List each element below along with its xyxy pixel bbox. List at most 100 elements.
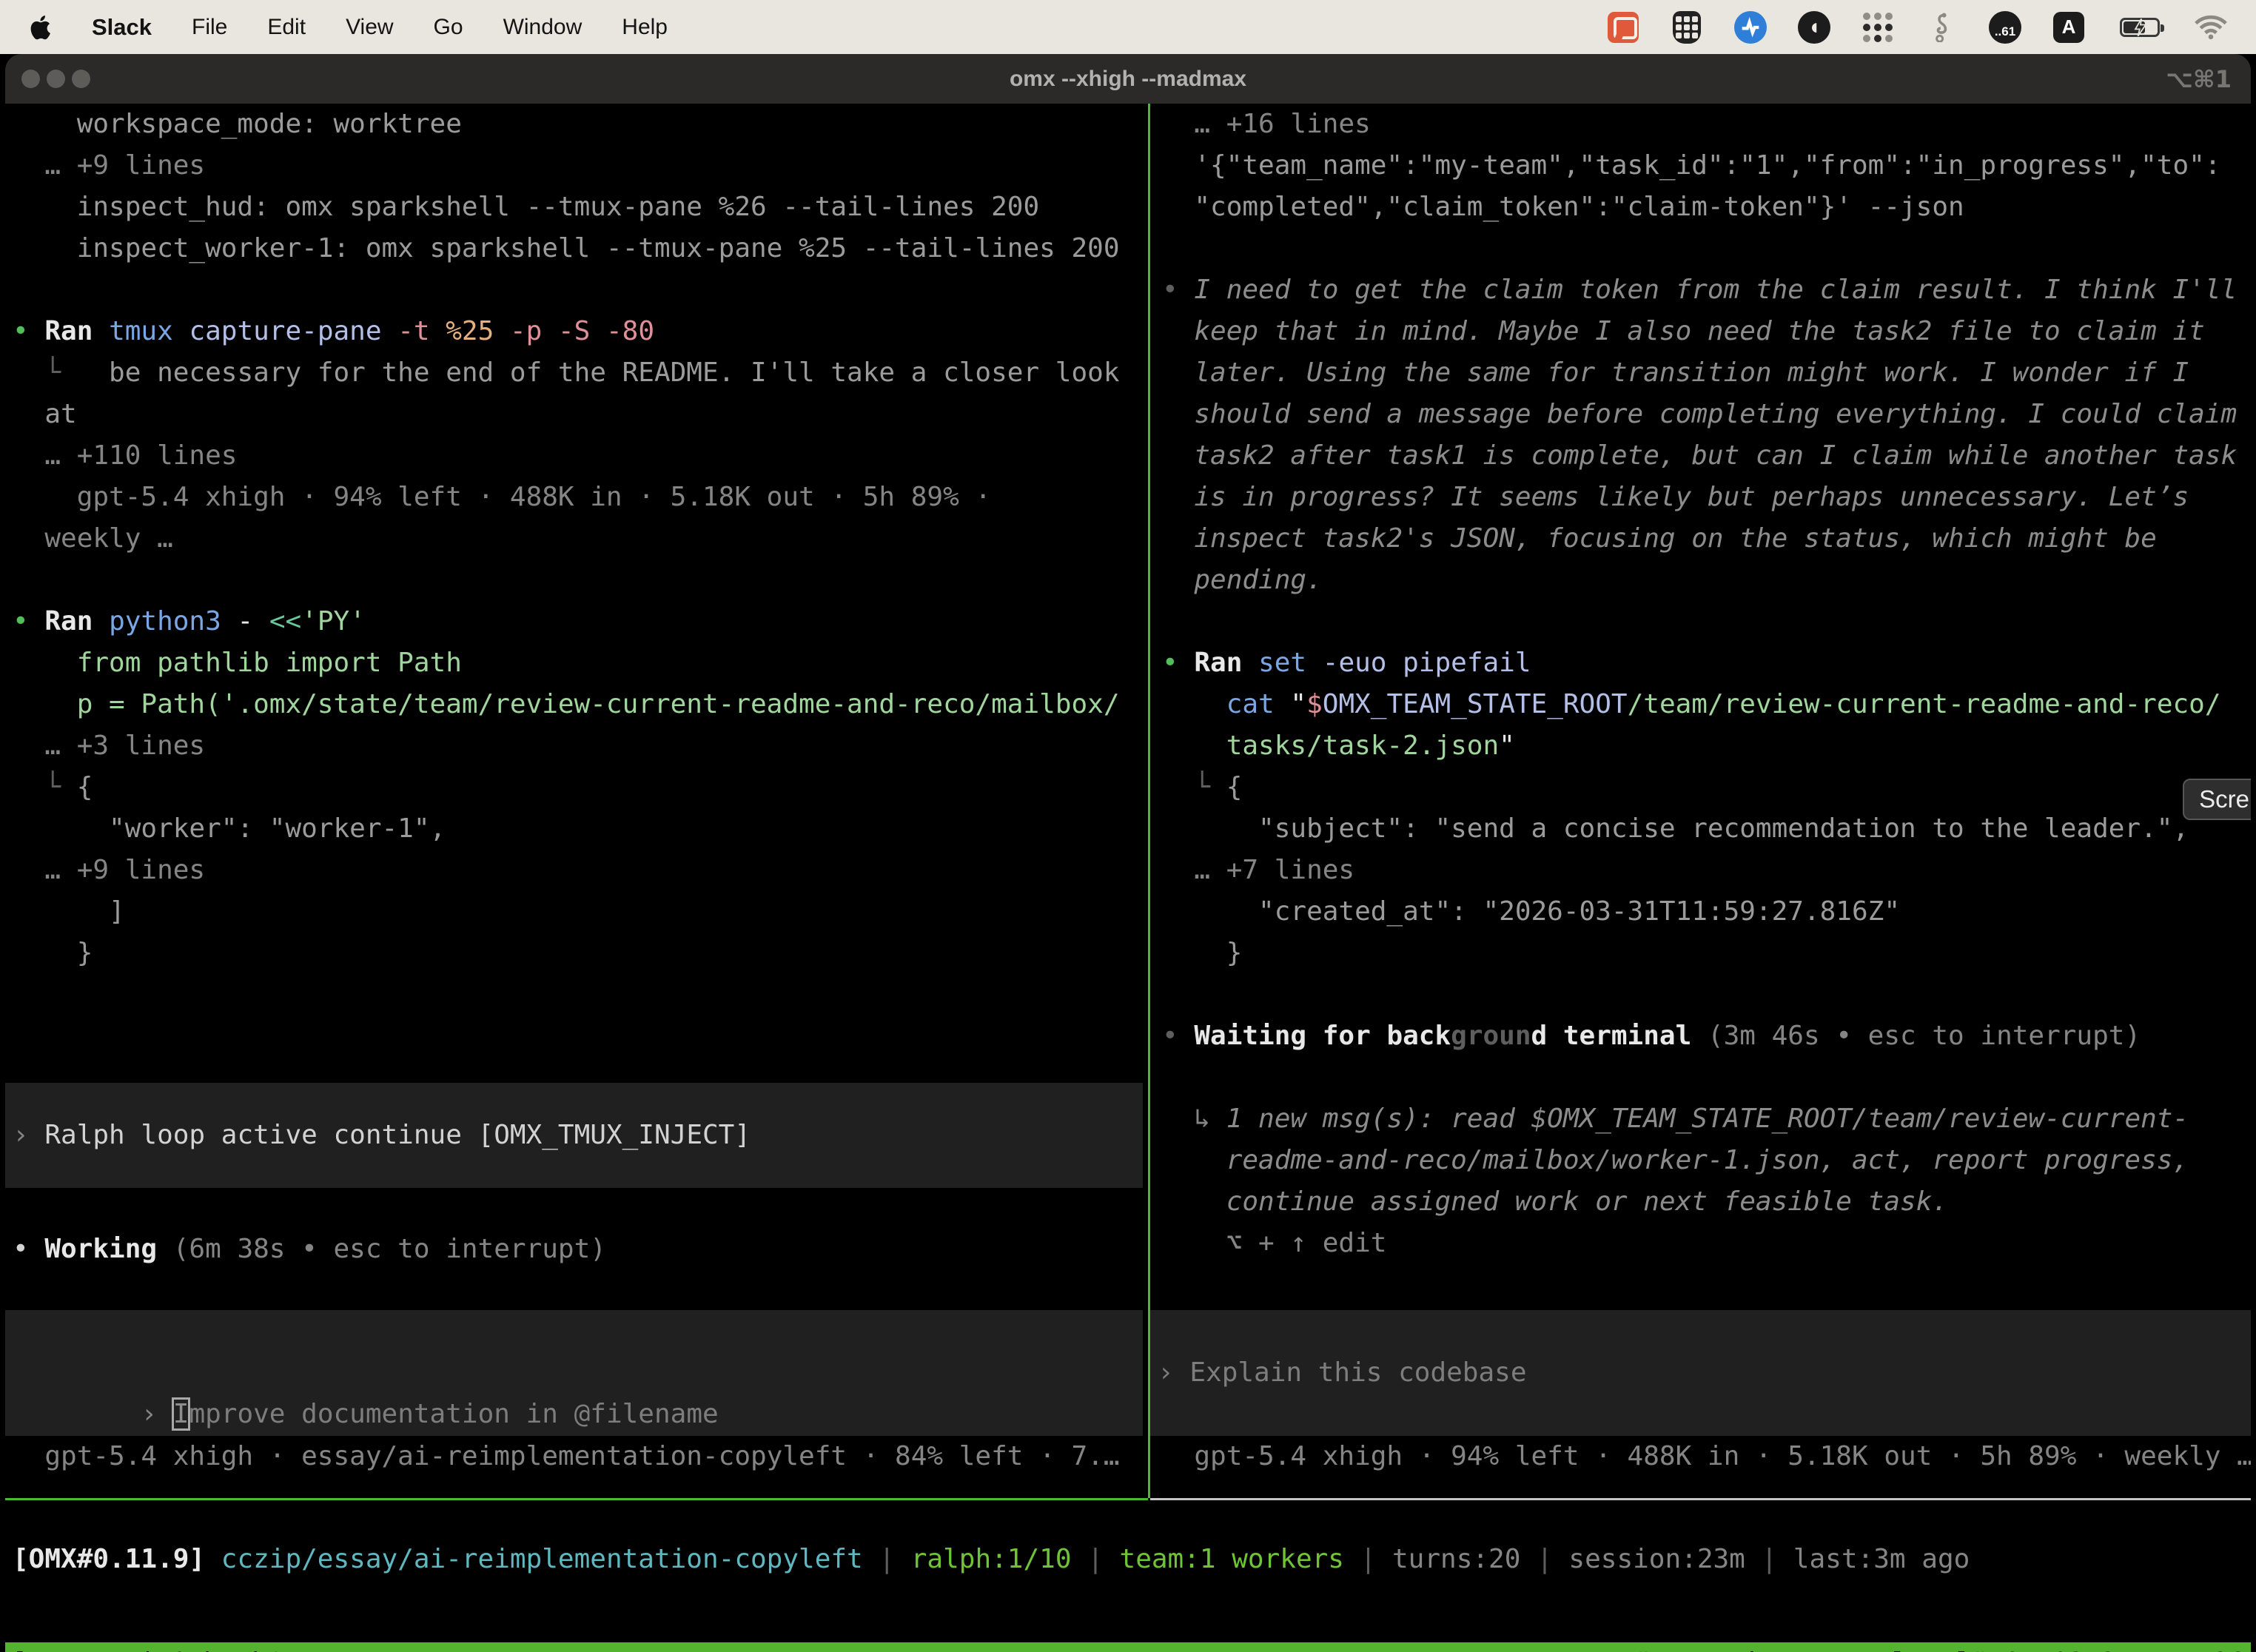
window-title-bar[interactable]: omx --xhigh --madmax ⌥⌘1	[5, 54, 2251, 104]
terminal-line: should send a message before completing …	[1162, 394, 2237, 435]
tmux-status-bar: [omx-cczip0:bash* "MacBook-Pro-44.local"…	[5, 1642, 2251, 1652]
ralph-loop-banner: › Ralph loop active continue [OMX_TMUX_I…	[5, 1083, 1143, 1188]
terminal-window: omx --xhigh --madmax ⌥⌘1 workspace_mode:…	[5, 54, 2251, 1652]
terminal-line: • Working (6m 38s • esc to interrupt)	[13, 1229, 606, 1270]
terminal-line: └ be necessary for the end of the README…	[13, 352, 1120, 394]
terminal-line: "subject": "send a concise recommendatio…	[1162, 808, 2237, 850]
status-icons: ◖ ..61 A	[1606, 10, 2228, 44]
menu-item-view[interactable]: View	[346, 15, 393, 39]
terminal-line: • Ran python3 - <<'PY'	[13, 601, 1120, 642]
terminal-line	[13, 560, 1120, 601]
crescent-app-icon[interactable]: ◖	[1797, 10, 1831, 44]
terminal-line: ↳ 1 new msg(s): read $OMX_TEAM_STATE_ROO…	[1162, 1098, 2237, 1140]
terminal-line: workspace_mode: worktree	[13, 104, 1120, 145]
terminal-line: … +9 lines	[13, 145, 1120, 187]
prompt-placeholder: mprove documentation in @filename	[189, 1399, 718, 1429]
terminal-line: └ {	[13, 767, 1120, 808]
terminal-line: is in progress? It seems likely but perh…	[1162, 477, 2237, 518]
shield-grid-icon[interactable]	[1670, 10, 1704, 44]
terminal-line: gpt-5.4 xhigh · 94% left · 488K in · 5.1…	[1162, 1436, 2251, 1477]
chat-app-icon[interactable]	[1606, 10, 1640, 44]
terminal-line: task2 after task1 is complete, but can I…	[1162, 435, 2237, 477]
menu-bar: Slack File Edit View Go Window Help ◖ ..61 A	[0, 0, 2256, 54]
terminal-line	[1162, 1057, 2237, 1098]
blue-pulse-icon[interactable]	[1733, 10, 1767, 44]
terminal-line: gpt-5.4 xhigh · 94% left · 488K in · 5.1…	[13, 477, 1120, 518]
app-menus: File Edit View Go Window Help	[192, 15, 708, 40]
apple-icon[interactable]	[28, 11, 58, 44]
terminal-line: • Ran tmux capture-pane -t %25 -p -S -80	[13, 311, 1120, 352]
terminal-line: └ {	[1162, 767, 2237, 808]
terminal-line: continue assigned work or next feasible …	[1162, 1181, 2237, 1223]
tmux-host-clock: "MacBook-Pro-44.local" 05:03 31-Mar-26	[1635, 1642, 2251, 1652]
text-cursor: I	[173, 1399, 189, 1429]
terminal-line: … +9 lines	[13, 850, 1120, 891]
terminal-line: "completed","claim_token":"claim-token"}…	[1162, 187, 2237, 228]
terminal-content: workspace_mode: worktree … +9 lines insp…	[5, 104, 2251, 1652]
terminal-line: keep that in mind. Maybe I also need the…	[1162, 311, 2237, 352]
tmux-pane-right: … +16 lines '{"team_name":"my-team","tas…	[1162, 104, 2237, 1264]
working-status: • Working (6m 38s • esc to interrupt)	[13, 1229, 606, 1270]
terminal-line: › Explain this codebase	[1150, 1352, 1527, 1394]
pane-border-bottom-left	[5, 1498, 1148, 1500]
terminal-line: }	[1162, 933, 2237, 974]
menu-item-go[interactable]: Go	[434, 15, 463, 39]
omx-session-status: [OMX#0.11.9] cczip/essay/ai-reimplementa…	[13, 1539, 1970, 1580]
pane-border-bottom-right	[1150, 1498, 2251, 1500]
battery-icon[interactable]	[2115, 10, 2164, 44]
terminal-line: '{"team_name":"my-team","task_id":"1","f…	[1162, 145, 2237, 187]
tmux-pane-left: workspace_mode: worktree … +9 lines insp…	[13, 104, 1120, 974]
terminal-line: › Ralph loop active continue [OMX_TMUX_I…	[5, 1115, 751, 1156]
menu-item-edit[interactable]: Edit	[267, 15, 306, 39]
model-status-left: gpt-5.4 xhigh · essay/ai-reimplementatio…	[13, 1436, 1120, 1477]
terminal-line: pending.	[1162, 560, 2237, 601]
terminal-line: readme-and-reco/mailbox/worker-1.json, a…	[1162, 1140, 2237, 1181]
terminal-line	[1162, 974, 2237, 1015]
terminal-line: inspect_worker-1: omx sparkshell --tmux-…	[13, 228, 1120, 269]
prompt-chevron: ›	[141, 1399, 172, 1429]
screen-tooltip: Scre	[2183, 779, 2251, 820]
terminal-line: ]	[13, 891, 1120, 933]
terminal-line: from pathlib import Path	[13, 642, 1120, 684]
terminal-line	[13, 269, 1120, 311]
badge-61-icon[interactable]: ..61	[1988, 10, 2022, 44]
terminal-line	[1162, 228, 2237, 269]
terminal-line: inspect task2's JSON, focusing on the st…	[1162, 518, 2237, 560]
terminal-line: … +7 lines	[1162, 850, 2237, 891]
terminal-line: "worker": "worker-1",	[13, 808, 1120, 850]
terminal-line: later. Using the same for transition mig…	[1162, 352, 2237, 394]
terminal-line: • I need to get the claim token from the…	[1162, 269, 2237, 311]
letter-a-icon[interactable]: A	[2052, 10, 2086, 44]
prompt-input-right[interactable]: › Explain this codebase	[1150, 1310, 2251, 1436]
terminal-line: at	[13, 394, 1120, 435]
menu-item-help[interactable]: Help	[622, 15, 668, 39]
window-shortcut-hint: ⌥⌘1	[2166, 65, 2232, 93]
terminal-line: • Ran set -euo pipefail	[1162, 642, 2237, 684]
model-status-right: gpt-5.4 xhigh · 94% left · 488K in · 5.1…	[1162, 1436, 2251, 1477]
terminal-line: [OMX#0.11.9] cczip/essay/ai-reimplementa…	[13, 1539, 1970, 1580]
terminal-line: }	[13, 933, 1120, 974]
terminal-line: ⌥ + ↑ edit	[1162, 1223, 2237, 1264]
terminal-line: inspect_hud: omx sparkshell --tmux-pane …	[13, 187, 1120, 228]
menu-item-file[interactable]: File	[192, 15, 227, 39]
dots-grid-icon[interactable]	[1861, 10, 1895, 44]
pane-divider-vertical[interactable]	[1148, 104, 1150, 1498]
menu-item-window[interactable]: Window	[503, 15, 583, 39]
window-title: omx --xhigh --madmax	[5, 67, 2251, 92]
prompt-input-left[interactable]: › Improve documentation in @filename	[5, 1310, 1143, 1436]
terminal-line: • Waiting for background terminal (3m 46…	[1162, 1015, 2237, 1057]
terminal-line: weekly …	[13, 518, 1120, 560]
terminal-line: … +16 lines	[1162, 104, 2237, 145]
tmux-session-name[interactable]: [omx-cczip0:bash*	[5, 1642, 283, 1652]
squiggle-icon[interactable]	[1924, 10, 1958, 44]
active-app-name[interactable]: Slack	[92, 14, 152, 41]
terminal-line: gpt-5.4 xhigh · essay/ai-reimplementatio…	[13, 1436, 1120, 1477]
terminal-line: "created_at": "2026-03-31T11:59:27.816Z"	[1162, 891, 2237, 933]
terminal-line: … +3 lines	[13, 725, 1120, 767]
terminal-line	[1162, 601, 2237, 642]
terminal-line: tasks/task-2.json"	[1162, 725, 2237, 767]
wifi-icon[interactable]	[2194, 10, 2228, 44]
terminal-line: p = Path('.omx/state/team/review-current…	[13, 684, 1120, 725]
terminal-line: cat "$OMX_TEAM_STATE_ROOT/team/review-cu…	[1162, 684, 2237, 725]
terminal-line: … +110 lines	[13, 435, 1120, 477]
